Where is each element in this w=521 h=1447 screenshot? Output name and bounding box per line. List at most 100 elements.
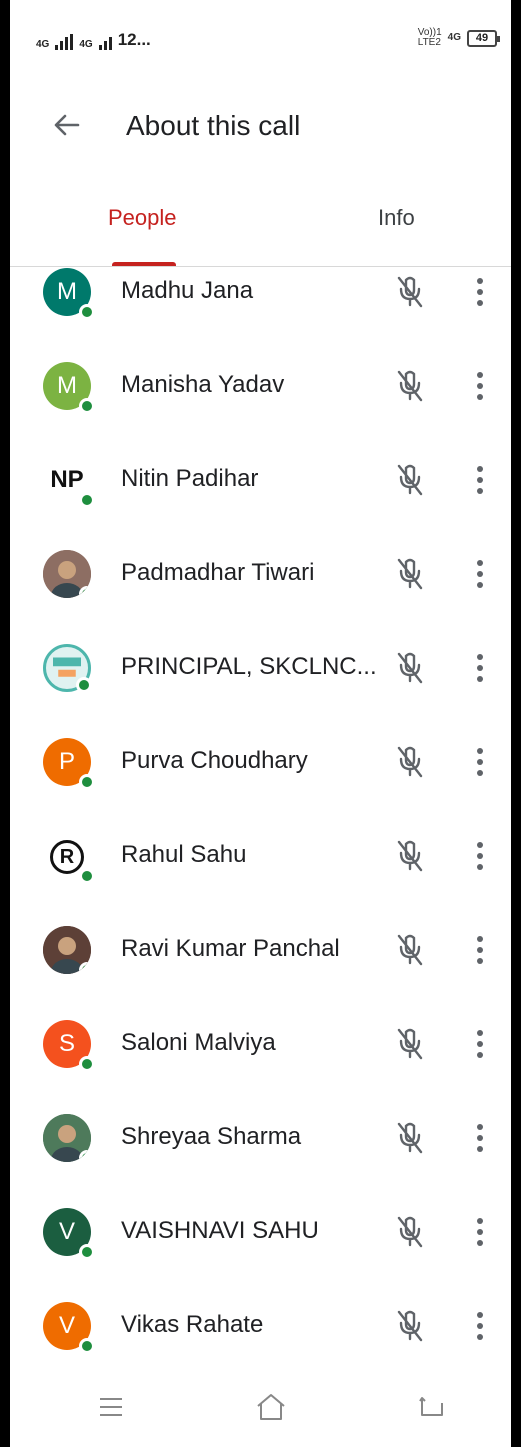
online-dot-icon xyxy=(79,398,95,414)
participant-name: Ravi Kumar Panchal xyxy=(121,935,340,962)
participant-row[interactable]: V Vikas Rahate xyxy=(10,1280,511,1367)
online-dot-icon xyxy=(79,1150,91,1162)
mic-off-icon[interactable] xyxy=(395,1027,425,1061)
network-type-3: 4G xyxy=(447,32,461,43)
avatar-initial: V xyxy=(58,1312,75,1339)
participant-row[interactable]: Padmadhar Tiwari xyxy=(10,528,511,622)
menu-icon[interactable] xyxy=(98,1395,124,1419)
online-dot-icon xyxy=(79,868,95,884)
avatar-initial: S xyxy=(58,1030,75,1057)
participant-row[interactable]: M Madhu Jana xyxy=(10,267,511,340)
avatar: R xyxy=(43,832,95,884)
participant-row[interactable]: Shreyaa Sharma xyxy=(10,1092,511,1186)
arrow-back-icon[interactable] xyxy=(50,108,84,142)
mic-off-icon[interactable] xyxy=(395,745,425,779)
avatar: V xyxy=(43,1208,95,1260)
participant-name: Padmadhar Tiwari xyxy=(121,559,315,586)
mic-off-icon[interactable] xyxy=(395,557,425,591)
more-vert-icon[interactable] xyxy=(472,839,488,873)
avatar: M xyxy=(43,268,95,320)
more-vert-icon[interactable] xyxy=(472,1215,488,1249)
more-vert-icon[interactable] xyxy=(472,1121,488,1155)
online-dot-icon xyxy=(79,304,95,320)
participant-row[interactable]: V VAISHNAVI SAHU xyxy=(10,1186,511,1280)
participant-row[interactable]: M Manisha Yadav xyxy=(10,340,511,434)
online-dot-icon xyxy=(79,962,91,974)
network-type-2: 4G xyxy=(79,39,93,50)
volte-indicator: Vo))1 LTE2 xyxy=(418,28,442,48)
online-dot-icon xyxy=(79,586,91,598)
mic-off-icon[interactable] xyxy=(395,463,425,497)
avatar xyxy=(43,644,92,693)
avatar: P xyxy=(43,738,95,790)
more-vert-icon[interactable] xyxy=(472,651,488,685)
avatar: V xyxy=(43,1302,95,1354)
online-dot-icon xyxy=(79,1244,95,1260)
participant-row[interactable]: S Saloni Malviya xyxy=(10,998,511,1092)
avatar: NP xyxy=(43,456,95,508)
participant-row[interactable]: R Rahul Sahu xyxy=(10,810,511,904)
avatar-initial: M xyxy=(57,278,77,305)
participant-name: Nitin Padihar xyxy=(121,465,259,492)
lte-label: LTE2 xyxy=(417,37,441,48)
more-vert-icon[interactable] xyxy=(472,1309,488,1343)
status-time: 12... xyxy=(117,30,151,49)
online-dot-icon xyxy=(79,1056,95,1072)
participant-row[interactable]: NP Nitin Padihar xyxy=(10,434,511,528)
participant-row[interactable]: P Purva Choudhary xyxy=(10,716,511,810)
avatar-logo: R xyxy=(50,840,84,874)
system-nav-bar xyxy=(10,1370,511,1447)
avatar xyxy=(43,926,91,974)
participant-name: Manisha Yadav xyxy=(121,371,285,398)
participant-name: Madhu Jana xyxy=(121,277,254,304)
participant-name: Purva Choudhary xyxy=(121,747,308,774)
tab-info[interactable]: Info xyxy=(378,205,415,231)
battery-icon: 49 xyxy=(467,29,500,47)
mic-off-icon[interactable] xyxy=(395,275,425,309)
participant-name: Saloni Malviya xyxy=(121,1029,276,1056)
avatar: M xyxy=(43,362,95,414)
avatar-logo: NP xyxy=(50,466,84,493)
back-icon[interactable] xyxy=(418,1395,446,1419)
mic-off-icon[interactable] xyxy=(395,1309,425,1343)
more-vert-icon[interactable] xyxy=(472,1027,488,1061)
participant-name: Rahul Sahu xyxy=(121,841,247,868)
online-dot-icon xyxy=(79,1338,95,1354)
avatar-initial: P xyxy=(58,748,75,775)
mic-off-icon[interactable] xyxy=(395,1121,425,1155)
signal-icon xyxy=(55,34,74,50)
online-dot-icon xyxy=(79,774,95,790)
avatar-initial: M xyxy=(57,372,77,399)
status-left: 4G 4G 12... xyxy=(36,30,151,50)
signal-icon xyxy=(98,34,112,50)
participant-list[interactable]: M Madhu Jana M Manisha Yadav NP Nitin Padihar… xyxy=(10,267,511,1367)
mic-off-icon[interactable] xyxy=(395,1215,425,1249)
mic-off-icon[interactable] xyxy=(395,651,425,685)
avatar-initial: V xyxy=(58,1218,75,1245)
avatar xyxy=(43,1114,91,1162)
mic-off-icon[interactable] xyxy=(395,839,425,873)
more-vert-icon[interactable] xyxy=(472,369,488,403)
mic-off-icon[interactable] xyxy=(395,369,425,403)
more-vert-icon[interactable] xyxy=(472,933,488,967)
more-vert-icon[interactable] xyxy=(472,745,488,779)
participant-name: Shreyaa Sharma xyxy=(121,1123,302,1150)
more-vert-icon[interactable] xyxy=(472,275,488,309)
tab-people[interactable]: People xyxy=(108,205,177,231)
avatar xyxy=(43,550,91,598)
online-dot-icon xyxy=(76,677,92,693)
home-icon[interactable] xyxy=(254,1390,288,1424)
mic-off-icon[interactable] xyxy=(395,933,425,967)
online-dot-icon xyxy=(79,492,95,508)
participant-name: PRINCIPAL, SKCLNC... xyxy=(121,653,377,680)
app-screen: 4G 4G 12... Vo))1 LTE2 4G 49 About this … xyxy=(10,0,511,1447)
participant-row[interactable]: Ravi Kumar Panchal xyxy=(10,904,511,998)
status-right: Vo))1 LTE2 4G 49 xyxy=(418,28,500,48)
more-vert-icon[interactable] xyxy=(472,463,488,497)
participant-name: VAISHNAVI SAHU xyxy=(121,1217,319,1244)
network-type-1: 4G xyxy=(36,39,50,50)
participant-row[interactable]: PRINCIPAL, SKCLNC... xyxy=(10,622,511,716)
page-title: About this call xyxy=(126,110,301,141)
more-vert-icon[interactable] xyxy=(472,557,488,591)
status-bar: 4G 4G 12... Vo))1 LTE2 4G 49 xyxy=(10,0,511,80)
